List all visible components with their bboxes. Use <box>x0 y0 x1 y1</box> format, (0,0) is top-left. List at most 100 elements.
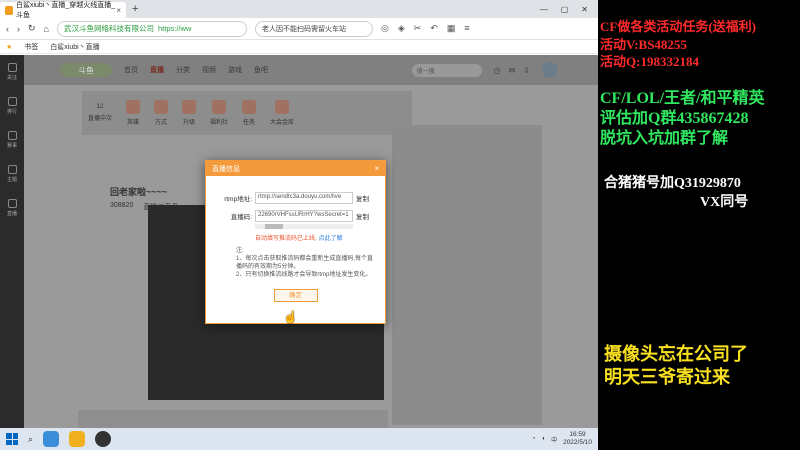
download-icon[interactable]: ⇩ <box>523 66 530 75</box>
avatar[interactable] <box>542 62 558 78</box>
taskbar: ⌕ ◔ ◖ 中 16:59 2022/5/10 <box>0 428 598 450</box>
shield-icon[interactable]: ◈ <box>398 23 405 34</box>
category-row: 12 直播中次 英雄 方式 升级 福利社 任务 大会金库 <box>82 91 412 135</box>
note-2: 2、只有切换推流线路才会导致rtmp地址发生变化。 <box>236 272 372 278</box>
rail-item-topic[interactable]: 主题 <box>0 157 24 191</box>
rank-icon <box>7 97 17 106</box>
cat-task[interactable]: 任务 <box>242 100 257 126</box>
overlay-line-5: 评估加Q群435867428 <box>600 110 749 127</box>
copy-code-button[interactable]: 复制 <box>356 211 369 221</box>
bookmarks-label[interactable]: 书签 <box>24 42 38 52</box>
overlay-line-3: 活动Q:198332184 <box>600 54 699 69</box>
url-text: https://ww <box>157 24 192 33</box>
network-icon[interactable]: ◔ <box>532 436 536 442</box>
nav-yuba[interactable]: 鱼吧 <box>254 65 268 75</box>
history-icon[interactable]: ◷ <box>494 66 501 75</box>
douyu-taskbar-icon[interactable] <box>69 431 86 447</box>
site-search-input[interactable]: 搜一搜 <box>411 63 482 77</box>
rail-item-events[interactable]: 赛事 <box>0 123 24 157</box>
nav-live[interactable]: 直播 <box>150 65 164 75</box>
ime-indicator[interactable]: 中 <box>551 435 557 444</box>
code-label: 直播码: <box>230 214 252 221</box>
message-icon[interactable]: ✉ <box>509 66 516 75</box>
system-tray: ◔ ◖ 中 16:59 2022/5/10 <box>532 431 592 447</box>
stream-code-field[interactable]: 22690rVHFssURrHY?wsSecret=1 <box>255 210 353 222</box>
ok-button[interactable]: 确定 <box>273 289 318 302</box>
cat-treasury[interactable]: 大会金库 <box>270 100 294 126</box>
mode-icon <box>154 100 169 114</box>
clock-date: 2022/5/10 <box>563 439 592 446</box>
dialog-header: 直播信息 × <box>206 161 385 176</box>
cat-mode[interactable]: 方式 <box>154 100 169 126</box>
volume-icon[interactable]: ◖ <box>541 436 545 442</box>
reload-icon[interactable]: ↻ <box>28 23 36 34</box>
copy-rtmp-button[interactable]: 复制 <box>356 193 369 203</box>
learn-more-link[interactable]: 点此了解 <box>319 236 343 242</box>
gift-icon <box>212 100 227 114</box>
dialog-close-icon[interactable]: × <box>374 164 379 173</box>
close-window-icon[interactable]: ✕ <box>581 5 588 14</box>
news-search-box[interactable]: 老人因不能扫码需留火车站 <box>254 20 373 37</box>
grid-icon[interactable]: ▦ <box>447 23 456 34</box>
douyu-favicon-icon <box>5 5 13 15</box>
hand-cursor-icon: ☝ <box>283 310 298 324</box>
rail-item-follow[interactable]: 关注 <box>0 55 24 89</box>
new-tab-button[interactable]: + <box>132 3 138 15</box>
cat-hero[interactable]: 英雄 <box>126 100 141 126</box>
browser-window: 白鲨xiubi丶直播_穿越火线直播_斗鱼 × + — ▢ ✕ ‹ › ↻ ⌂ 武… <box>0 0 598 450</box>
overlay-line-1: CF做各类活动任务(送福利) <box>600 19 756 34</box>
cut-icon[interactable]: ✂ <box>414 23 422 34</box>
overlay-line-8: VX同号 <box>700 195 749 210</box>
cat-upgrade[interactable]: 升级 <box>182 100 197 126</box>
menu-icon[interactable]: ≡ <box>464 23 469 34</box>
home-icon[interactable]: ⌂ <box>44 24 49 34</box>
maximize-icon[interactable]: ▢ <box>561 5 569 14</box>
nav-game[interactable]: 游戏 <box>228 65 242 75</box>
nav-home[interactable]: 首页 <box>124 65 138 75</box>
obs-taskbar-icon[interactable] <box>95 431 112 447</box>
address-toolbar: ‹ › ↻ ⌂ 武汉斗鱼网络科技有限公司 https://ww 老人因不能扫码需… <box>0 18 598 40</box>
forward-icon[interactable]: › <box>17 24 20 34</box>
notes-title: 注: <box>236 248 244 254</box>
bookmarks-bar: ★ 书签 白鲨xiubi丶直播 <box>0 40 598 54</box>
live-icon <box>7 199 17 208</box>
url-bar[interactable]: 武汉斗鱼网络科技有限公司 https://ww <box>56 20 247 37</box>
tab-bar: 白鲨xiubi丶直播_穿越火线直播_斗鱼 × + — ▢ ✕ <box>0 0 598 19</box>
bookmark-item[interactable]: 白鲨xiubi丶直播 <box>50 42 99 52</box>
cat-level[interactable]: 12 直播中次 <box>88 104 112 122</box>
note-1: 1、每次点击获取推流码都会重新生成直播码,每个直播码的有效期为5分钟。 <box>236 256 374 270</box>
tab-active[interactable]: 白鲨xiubi丶直播_穿越火线直播_斗鱼 × <box>0 2 126 19</box>
rtmp-field[interactable]: rtmp://sendtc3a.douyu.com/live <box>255 192 353 204</box>
tab-close-icon[interactable]: × <box>116 6 121 15</box>
minimize-icon[interactable]: — <box>540 5 548 14</box>
chat-panel <box>392 125 542 425</box>
browser-taskbar-icon[interactable] <box>43 431 60 447</box>
overlay-line-7: 合猪猪号加Q31929870 <box>604 176 741 191</box>
back-icon[interactable]: ‹ <box>6 24 9 34</box>
taskbar-search-icon[interactable]: ⌕ <box>28 434 33 445</box>
task-icon <box>242 100 257 114</box>
code-row: 直播码: 22690rVHFssURrHY?wsSecret=1 复制 <box>206 210 385 222</box>
extension-icon[interactable]: ◎ <box>381 23 389 34</box>
douyu-header: 斗鱼 首页 直播 分类 视频 游戏 鱼吧 搜一搜 ◷ ✉ ⇩ <box>24 55 598 85</box>
rail-item-live[interactable]: 直播 <box>0 191 24 225</box>
notes: 注: 1、每次点击获取推流码都会重新生成直播码,每个直播码的有效期为5分钟。 2… <box>236 247 373 279</box>
windows-start-icon[interactable] <box>6 433 18 445</box>
rail-item-rank[interactable]: 排行 <box>0 89 24 123</box>
overlay-line-6: 脱坑入坑加群了解 <box>600 130 729 147</box>
cat-welfare[interactable]: 福利社 <box>210 100 228 126</box>
overlay-line-4: CF/LOL/王者/和平精英 <box>600 90 765 107</box>
header-icons: ◷ ✉ ⇩ <box>494 66 530 75</box>
clock[interactable]: 16:59 2022/5/10 <box>563 431 592 447</box>
douyu-logo[interactable]: 斗鱼 <box>60 63 112 77</box>
undo-icon[interactable]: ↶ <box>430 23 438 34</box>
overlay-line-2: 活动V:BS48255 <box>600 37 687 52</box>
auto-fill-notice: 自动填写推流码已上线, 点此了解 <box>255 233 385 242</box>
left-rail: 关注 排行 赛事 主题 直播 <box>0 55 24 428</box>
topic-icon <box>7 165 17 174</box>
nav-category[interactable]: 分类 <box>176 65 190 75</box>
nav-video[interactable]: 视频 <box>202 65 216 75</box>
browser-tools: ◎ ◈ ✂ ↶ ▦ ≡ <box>381 23 470 34</box>
field-scrollbar[interactable] <box>255 224 353 229</box>
live-info-dialog: 直播信息 × rtmp地址: rtmp://sendtc3a.douyu.com… <box>205 160 386 324</box>
